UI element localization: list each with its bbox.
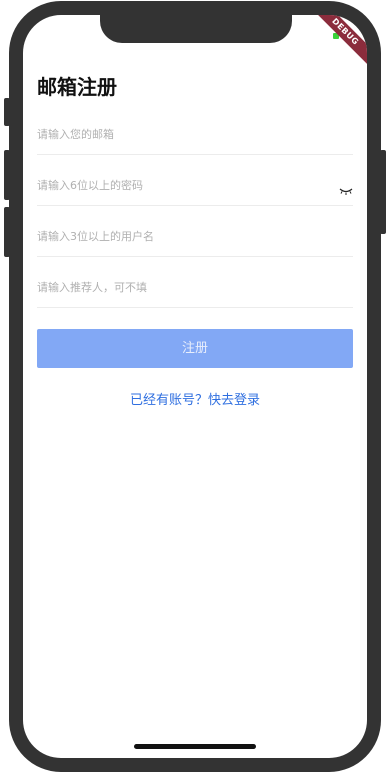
notch — [100, 15, 292, 43]
username-placeholder: 请输入3位以上的用户名 — [37, 230, 154, 243]
mute-switch — [4, 98, 10, 126]
device-mockup: DEBUG 邮箱注册 请输入您的邮箱 请输入6位以上的密码 请输入3位以上的用户… — [0, 0, 390, 773]
email-placeholder: 请输入您的邮箱 — [37, 128, 114, 141]
username-field[interactable]: 请输入3位以上的用户名 — [37, 218, 353, 257]
app-screen: DEBUG 邮箱注册 请输入您的邮箱 请输入6位以上的密码 请输入3位以上的用户… — [23, 15, 367, 758]
register-button[interactable]: 注册 — [37, 329, 353, 368]
eye-closed-icon[interactable] — [339, 181, 353, 195]
go-login-link[interactable]: 已经有账号？快去登录 — [23, 389, 367, 408]
volume-up-button — [4, 150, 10, 200]
home-indicator — [134, 744, 256, 749]
volume-down-button — [4, 207, 10, 257]
referrer-placeholder: 请输入推荐人，可不填 — [37, 281, 147, 294]
email-field[interactable]: 请输入您的邮箱 — [37, 116, 353, 155]
page-title: 邮箱注册 — [37, 75, 117, 99]
power-button — [380, 150, 386, 234]
password-placeholder: 请输入6位以上的密码 — [37, 179, 143, 192]
referrer-field[interactable]: 请输入推荐人，可不填 — [37, 269, 353, 308]
password-field[interactable]: 请输入6位以上的密码 — [37, 167, 353, 206]
